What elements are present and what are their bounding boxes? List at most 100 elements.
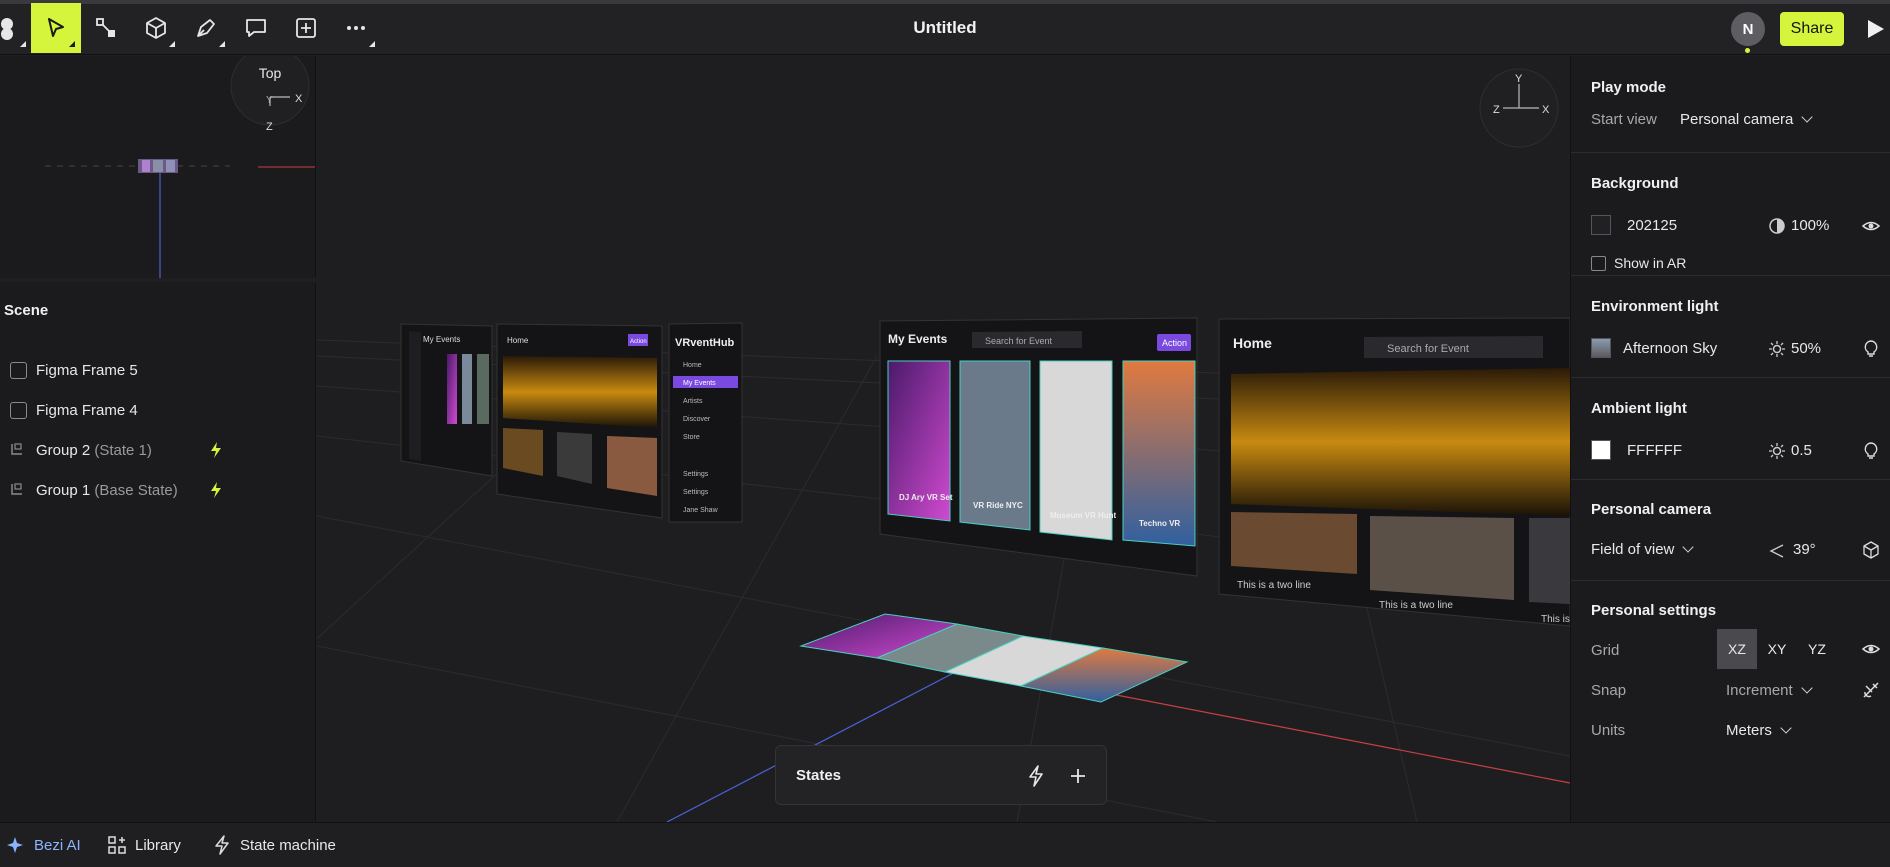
- grid-option-yz[interactable]: YZ: [1797, 629, 1837, 669]
- layer-checkbox[interactable]: [10, 401, 27, 419]
- bezi-ai-button[interactable]: Bezi AI: [6, 835, 81, 855]
- ambient-color-value[interactable]: FFFFFF: [1627, 442, 1682, 459]
- layer-state: (State 1): [94, 441, 152, 459]
- grid-option-xz[interactable]: XZ: [1717, 629, 1757, 669]
- floor-cards[interactable]: [799, 613, 1189, 703]
- ambient-light-title: Ambient light: [1591, 400, 1687, 417]
- svg-text:Settings: Settings: [683, 471, 709, 478]
- grid-option-xy[interactable]: XY: [1757, 629, 1797, 669]
- add-state-icon[interactable]: [1066, 764, 1090, 788]
- opacity-icon: [1769, 218, 1785, 234]
- light-bulb-icon[interactable]: [1861, 339, 1881, 359]
- environment-preset[interactable]: Afternoon Sky: [1623, 340, 1717, 357]
- environment-light-title: Environment light: [1591, 298, 1719, 315]
- select-tool-icon[interactable]: [31, 3, 81, 53]
- play-mode-title: Play mode: [1591, 79, 1667, 96]
- 3d-viewport[interactable]: My Events Home Action VRventHub Home My …: [317, 56, 1570, 822]
- start-view-label: Start view: [1591, 111, 1657, 128]
- svg-text:Discover: Discover: [683, 416, 711, 423]
- svg-text:Artists: Artists: [683, 398, 703, 405]
- ambient-color-swatch[interactable]: [1591, 440, 1611, 460]
- minimap-view-label: Top: [259, 65, 282, 81]
- field-of-view-value[interactable]: 39°: [1793, 541, 1816, 558]
- bezi-editor: Untitled N Share Top Y X Z Scene Figma F…: [0, 0, 1890, 867]
- svg-text:Home: Home: [507, 336, 529, 345]
- snap-label: Snap: [1591, 682, 1627, 699]
- show-in-ar-checkbox[interactable]: [1591, 256, 1606, 271]
- frame-screen-5[interactable]: Home Search for Event This is a two line…: [1218, 317, 1570, 627]
- cube-icon[interactable]: [1861, 540, 1881, 560]
- group-icon: [11, 443, 22, 455]
- interaction-bolt-icon[interactable]: [207, 441, 225, 459]
- frame-screen-4[interactable]: My Events Search for Event Action DJ Ary…: [879, 317, 1198, 577]
- minimap-canvas: Top Y X Z: [45, 56, 315, 278]
- sun-icon: [1769, 443, 1785, 459]
- snap-dropdown[interactable]: Increment: [1726, 682, 1813, 699]
- bolt-icon[interactable]: [1024, 764, 1048, 788]
- frame-screen-3[interactable]: VRventHub Home My Events Artists Discove…: [668, 322, 743, 523]
- online-indicator: [1745, 48, 1750, 53]
- logo-icon[interactable]: [0, 3, 32, 53]
- svg-text:My Events: My Events: [423, 335, 460, 344]
- eye-icon[interactable]: [1861, 639, 1881, 659]
- ambient-intensity[interactable]: 0.5: [1791, 442, 1812, 459]
- frame-tool-icon[interactable]: [281, 3, 331, 53]
- svg-text:My Events: My Events: [888, 332, 948, 346]
- comment-tool-icon[interactable]: [231, 3, 281, 53]
- state-machine-button[interactable]: State machine: [212, 835, 336, 855]
- svg-text:DJ Ary VR Set: DJ Ary VR Set: [899, 493, 953, 502]
- pen-tool-icon[interactable]: [181, 3, 231, 53]
- play-icon[interactable]: [1862, 16, 1888, 42]
- bolt-icon: [215, 835, 229, 855]
- background-section: Background 202125 100% Show in AR: [1571, 153, 1890, 276]
- start-view-dropdown[interactable]: Personal camera: [1680, 111, 1814, 128]
- svg-text:Action: Action: [1162, 338, 1187, 348]
- svg-text:X: X: [295, 93, 303, 105]
- svg-text:Jane Shaw: Jane Shaw: [683, 507, 719, 514]
- background-opacity[interactable]: 100%: [1791, 217, 1829, 234]
- environment-intensity[interactable]: 50%: [1791, 340, 1821, 357]
- layer-row[interactable]: Figma Frame 5: [0, 350, 316, 390]
- avatar[interactable]: N: [1731, 12, 1765, 46]
- light-bulb-icon[interactable]: [1861, 441, 1881, 461]
- layer-name: Figma Frame 5: [36, 361, 138, 379]
- layer-state: (Base State): [94, 481, 178, 499]
- shape-tool-icon[interactable]: [131, 3, 181, 53]
- top-view-minimap[interactable]: Top Y X Z: [0, 56, 316, 278]
- orientation-gizmo[interactable]: Y X Z: [1479, 68, 1559, 148]
- layer-row[interactable]: Group 2 (State 1): [0, 430, 316, 470]
- chevron-down-icon: [1801, 111, 1814, 123]
- transform-tool-icon[interactable]: [81, 3, 131, 53]
- svg-text:Techno VR: Techno VR: [1139, 519, 1180, 528]
- layer-checkbox[interactable]: [10, 361, 27, 379]
- svg-text:Y: Y: [1515, 73, 1523, 85]
- frame-screen-2[interactable]: Home Action: [496, 323, 663, 519]
- layer-name: Group 2: [36, 441, 91, 459]
- personal-camera-title: Personal camera: [1591, 501, 1712, 518]
- scene-panel: Scene Figma Frame 5 Figma Frame 4 Group …: [0, 282, 316, 822]
- eye-icon[interactable]: [1861, 216, 1881, 236]
- personal-camera-section: Personal camera Field of view 39°: [1571, 480, 1890, 581]
- layer-row[interactable]: Figma Frame 4: [0, 390, 316, 430]
- more-tools-icon[interactable]: [331, 3, 381, 53]
- background-color-value[interactable]: 202125: [1627, 217, 1677, 234]
- svg-text:Search for Event: Search for Event: [1387, 343, 1469, 355]
- field-of-view-dropdown[interactable]: Field of view: [1591, 541, 1695, 558]
- library-button[interactable]: Library: [107, 835, 181, 855]
- layer-name: Figma Frame 4: [36, 401, 138, 419]
- svg-text:Home: Home: [683, 362, 702, 369]
- share-button[interactable]: Share: [1780, 12, 1844, 46]
- svg-text:Settings: Settings: [683, 489, 709, 496]
- interaction-bolt-icon[interactable]: [207, 481, 225, 499]
- personal-settings-section: Personal settings Grid XZ XY YZ Snap Inc…: [1571, 581, 1890, 822]
- magnet-off-icon[interactable]: [1861, 680, 1881, 700]
- svg-text:This is a two line: This is a two line: [1237, 580, 1311, 591]
- svg-text:VR Ride NYC: VR Ride NYC: [973, 501, 1023, 510]
- sky-preset-thumbnail[interactable]: [1591, 338, 1611, 358]
- frame-screen-1[interactable]: My Events: [400, 323, 493, 477]
- svg-text:Search for Event: Search for Event: [985, 336, 1053, 346]
- units-dropdown[interactable]: Meters: [1726, 722, 1792, 739]
- layer-row[interactable]: Group 1 (Base State): [0, 470, 316, 510]
- background-color-swatch[interactable]: [1591, 215, 1611, 235]
- states-bar: States: [775, 745, 1107, 805]
